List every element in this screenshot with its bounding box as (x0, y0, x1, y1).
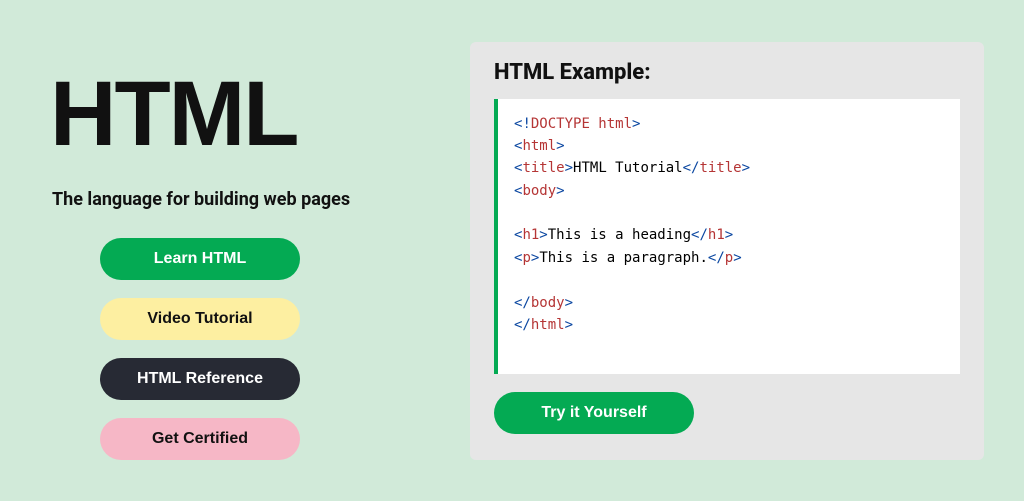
learn-html-button[interactable]: Learn HTML (100, 238, 300, 280)
try-it-yourself-button[interactable]: Try it Yourself (494, 392, 694, 434)
example-panel: HTML Example: <!DOCTYPE html> <html> <ti… (470, 42, 984, 460)
code-example: <!DOCTYPE html> <html> <title>HTML Tutor… (494, 99, 960, 374)
html-reference-button[interactable]: HTML Reference (100, 358, 300, 400)
get-certified-button[interactable]: Get Certified (100, 418, 300, 460)
page-subtitle: The language for building web pages (52, 189, 420, 210)
page-title: HTML (50, 62, 420, 167)
video-tutorial-button[interactable]: Video Tutorial (100, 298, 300, 340)
button-stack: Learn HTML Video Tutorial HTML Reference… (0, 238, 420, 460)
example-title: HTML Example: (494, 60, 960, 85)
intro-panel: HTML The language for building web pages… (50, 42, 420, 460)
